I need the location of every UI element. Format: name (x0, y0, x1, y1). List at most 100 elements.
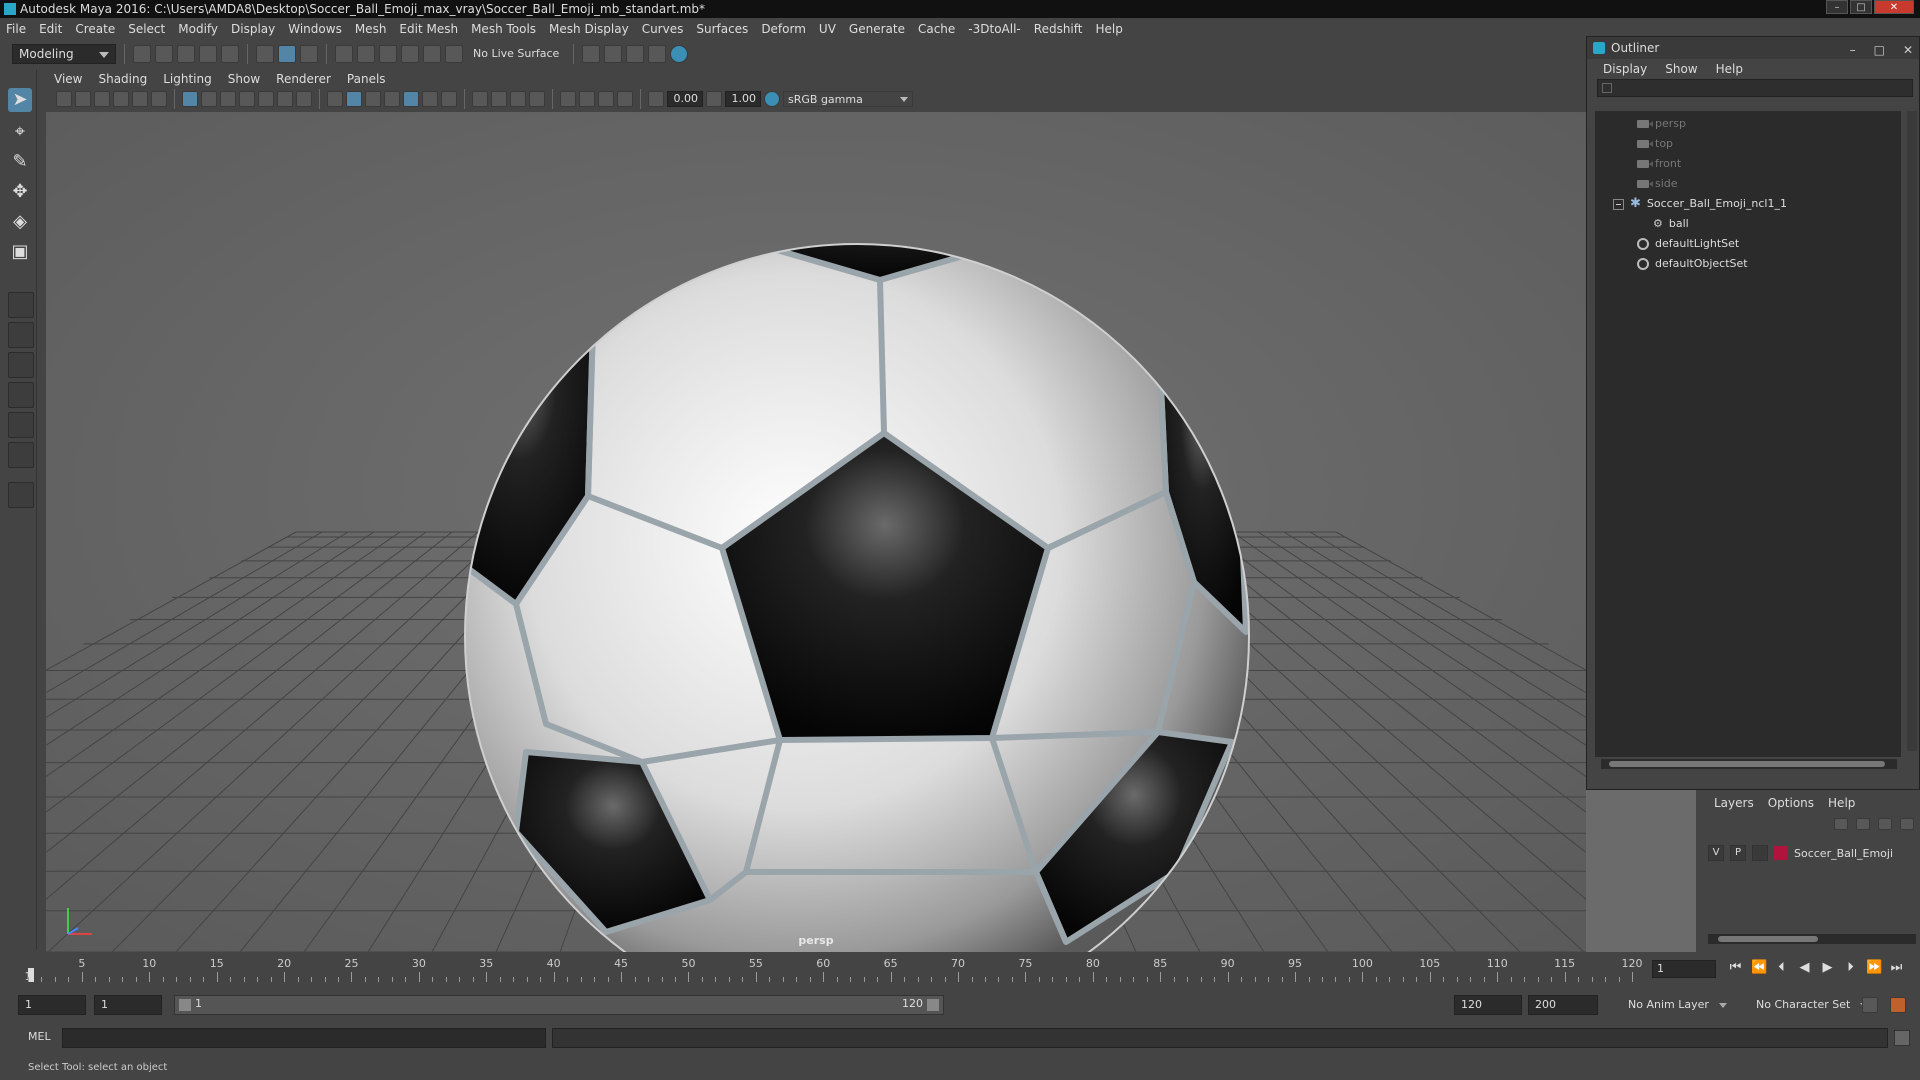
outliner-menu-help[interactable]: Help (1716, 62, 1743, 76)
select-components-icon[interactable] (300, 45, 318, 63)
smooth-shade-icon[interactable] (346, 91, 362, 107)
anti-aliasing-icon[interactable] (510, 91, 526, 107)
outliner-close-icon[interactable]: ✕ (1903, 39, 1913, 61)
menu-modify[interactable]: Modify (178, 22, 218, 36)
image-plane-icon[interactable] (113, 91, 129, 107)
outliner-item-top[interactable]: top (1637, 135, 1673, 153)
gamma-icon[interactable] (706, 91, 722, 107)
toolbox-collapse-icon[interactable] (8, 482, 34, 508)
single-perspective-layout-icon[interactable] (8, 292, 34, 318)
outliner-menu-show[interactable]: Show (1665, 62, 1697, 76)
layer-row[interactable]: V P Soccer_Ball_Emoji (1708, 844, 1916, 862)
wireframe-shading-icon[interactable] (327, 91, 343, 107)
outliner-item-default-light-set[interactable]: defaultLightSet (1637, 235, 1739, 253)
grid-toggle-icon[interactable] (182, 91, 198, 107)
range-slider[interactable]: 1 120 (174, 995, 944, 1015)
menu-edit[interactable]: Edit (39, 22, 62, 36)
play-forward-icon[interactable]: ▶ (1820, 960, 1835, 975)
step-back-frame-icon[interactable]: ⏴ (1774, 960, 1789, 975)
script-editor-icon[interactable] (1894, 1030, 1910, 1046)
scale-tool-icon[interactable]: ▣ (8, 240, 32, 264)
outliner-persp-layout-icon[interactable] (8, 442, 34, 468)
persp-outliner-layout-icon[interactable] (8, 352, 34, 378)
layers-menu-options[interactable]: Options (1768, 796, 1814, 810)
menu-deform[interactable]: Deform (761, 22, 806, 36)
outliner-menu-display[interactable]: Display (1603, 62, 1647, 76)
new-scene-icon[interactable] (133, 45, 151, 63)
persp-hypershade-layout-icon[interactable] (8, 412, 34, 438)
menu-edit-mesh[interactable]: Edit Mesh (399, 22, 458, 36)
range-end-handle[interactable] (927, 999, 939, 1011)
use-all-lights-icon[interactable] (422, 91, 438, 107)
hypershade-icon[interactable] (670, 45, 689, 63)
menuset-dropdown[interactable]: Modeling (12, 44, 116, 64)
move-layer-down-icon[interactable] (1856, 818, 1870, 830)
menu-help[interactable]: Help (1095, 22, 1122, 36)
character-set-dropdown[interactable]: No Character Set (1756, 995, 1869, 1015)
screen-space-ao-icon[interactable] (472, 91, 488, 107)
color-management-icon[interactable] (764, 91, 780, 107)
render-view-icon[interactable] (582, 45, 601, 63)
snap-live-icon[interactable] (423, 45, 441, 63)
animation-end-field[interactable]: 200 (1528, 995, 1598, 1015)
select-tool-icon[interactable]: ➤ (8, 88, 32, 112)
anim-layer-dropdown[interactable]: No Anim Layer (1628, 995, 1727, 1015)
save-scene-icon[interactable] (177, 45, 195, 63)
open-scene-icon[interactable] (155, 45, 173, 63)
exposure-icon[interactable] (648, 91, 664, 107)
paint-select-tool-icon[interactable]: ✎ (8, 150, 32, 174)
rotate-tool-icon[interactable]: ◈ (8, 210, 32, 234)
snap-point-icon[interactable] (379, 45, 397, 63)
new-layer-selected-icon[interactable] (1900, 818, 1914, 830)
grease-pencil-icon[interactable] (151, 91, 167, 107)
layer-visibility-toggle[interactable]: V (1708, 845, 1724, 861)
motion-blur-icon[interactable] (491, 91, 507, 107)
render-settings-icon[interactable] (648, 45, 667, 63)
go-to-end-icon[interactable]: ⏭ (1889, 960, 1904, 975)
gate-mask-icon[interactable] (239, 91, 255, 107)
mel-label[interactable]: MEL (28, 1030, 51, 1043)
default-lighting-icon[interactable] (365, 91, 381, 107)
exposure-field[interactable]: 0.00 (667, 91, 703, 107)
new-layer-icon[interactable] (1878, 818, 1892, 830)
persp-graph-layout-icon[interactable] (8, 382, 34, 408)
outliner-item-side[interactable]: side (1637, 175, 1678, 193)
outliner-maximize-icon[interactable]: □ (1874, 39, 1885, 61)
outliner-item-persp[interactable]: persp (1637, 115, 1686, 133)
2d-pan-zoom-icon[interactable] (132, 91, 148, 107)
ipr-render-icon[interactable] (626, 45, 645, 63)
snap-curve-icon[interactable] (357, 45, 375, 63)
resolution-gate-icon[interactable] (220, 91, 236, 107)
viewport-menu-shading[interactable]: Shading (98, 72, 147, 86)
menu-cache[interactable]: Cache (918, 22, 955, 36)
viewport-menu-panels[interactable]: Panels (347, 72, 386, 86)
outliner-item-default-object-set[interactable]: defaultObjectSet (1637, 255, 1748, 273)
undo-icon[interactable] (199, 45, 217, 63)
layer-display-type-toggle[interactable] (1752, 845, 1768, 861)
scrollbar-thumb[interactable] (1609, 761, 1885, 767)
layer-playback-toggle[interactable]: P (1730, 845, 1746, 861)
snap-grid-icon[interactable] (335, 45, 353, 63)
select-hierarchy-icon[interactable] (256, 45, 274, 63)
layer-editor-scrollbar[interactable] (1708, 934, 1916, 944)
menu-mesh-display[interactable]: Mesh Display (549, 22, 629, 36)
mel-input-field[interactable] (62, 1028, 546, 1048)
viewport-menu-renderer[interactable]: Renderer (276, 72, 331, 86)
minimize-button[interactable]: – (1826, 0, 1848, 14)
scrollbar-thumb[interactable] (1718, 936, 1818, 942)
menu-select[interactable]: Select (128, 22, 165, 36)
outliner-minimize-icon[interactable]: – (1850, 39, 1856, 61)
close-button[interactable]: ✕ (1874, 0, 1914, 14)
playback-end-field[interactable]: 120 (1454, 995, 1522, 1015)
menu-redshift[interactable]: Redshift (1034, 22, 1083, 36)
playback-start-field[interactable]: 1 (94, 995, 162, 1015)
outliner-search-field[interactable] (1597, 79, 1913, 97)
perspective-viewport[interactable]: persp (46, 112, 1586, 952)
menu-file[interactable]: File (6, 22, 26, 36)
four-view-layout-icon[interactable] (8, 322, 34, 348)
menu-uv[interactable]: UV (819, 22, 836, 36)
camera-select-icon[interactable] (56, 91, 72, 107)
step-back-key-icon[interactable]: ⏪ (1751, 960, 1767, 975)
xray-joints-icon[interactable] (598, 91, 614, 107)
isolate-select-icon[interactable] (560, 91, 576, 107)
